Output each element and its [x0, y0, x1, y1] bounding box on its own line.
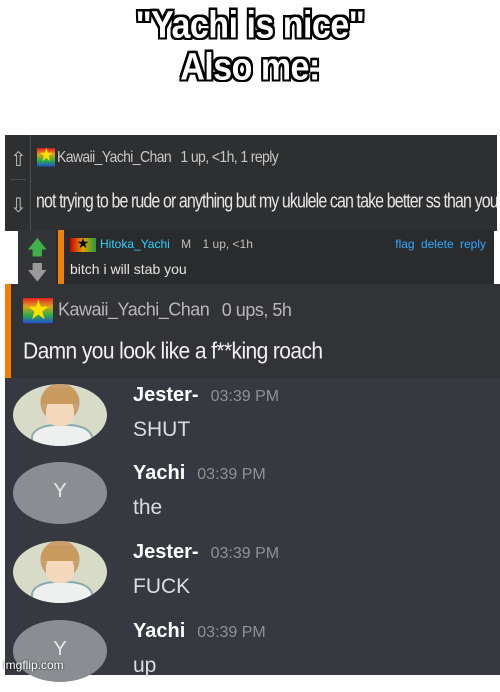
message-text: the: [133, 496, 163, 519]
message-text: SHUT: [133, 418, 191, 441]
message-author[interactable]: Yachi 03:39 PM: [133, 462, 266, 485]
comment-meta: 1 up, <1h: [202, 237, 253, 251]
message-author[interactable]: Yachi 03:39 PM: [133, 620, 266, 643]
comment-username[interactable]: Kawaii_Yachi_Chan: [58, 299, 210, 320]
user-flair-icon: ★: [23, 294, 53, 325]
delete-link[interactable]: delete: [421, 237, 454, 251]
message-timestamp: 03:39 PM: [197, 624, 266, 641]
comment-header: ★ Kawaii_Yachi_Chan 1 up, <1h, 1 reply: [37, 146, 279, 167]
message-timestamp: 03:39 PM: [197, 466, 266, 483]
comment-2: 🡅 🡇 ★ Hitoka_Yachi M 1 up, <1h flag delet…: [18, 230, 494, 284]
watermark: imgflip.com: [3, 658, 64, 672]
avatar[interactable]: Y: [13, 462, 107, 524]
message-timestamp: 03:39 PM: [210, 545, 280, 562]
comment-actions: flag delete reply: [395, 237, 486, 251]
comment-text: bitch i will stab you: [70, 261, 187, 277]
chat-message: Y Yachi 03:39 PM the: [5, 456, 500, 534]
vote-column: ⇧ ⇩: [5, 135, 31, 231]
comment-1: ⇧ ⇩ ★ Kawaii_Yachi_Chan 1 up, <1h, 1 repl…: [5, 135, 500, 231]
avatar[interactable]: Y: [13, 620, 107, 682]
user-flair-icon: ★: [37, 146, 55, 167]
comment-header: ★ Hitoka_Yachi M 1 up, <1h: [70, 235, 253, 252]
meme-caption-area: "Yachi is nice" Also me:: [0, 0, 500, 135]
upvote-arrow-icon[interactable]: ⇧: [10, 141, 27, 180]
user-gender: M: [181, 237, 192, 251]
avatar-letter: Y: [53, 480, 67, 502]
chat-message: Y Yachi 03:39 PM up: [5, 614, 500, 692]
comment-username[interactable]: Kawaii_Yachi_Chan: [57, 147, 172, 165]
message-text: up: [133, 654, 157, 677]
chat-panel: Jester- 03:39 PM SHUT Y Yachi 03:39 PM the…: [5, 378, 500, 682]
comment-accent-bar: [5, 284, 11, 378]
caption-line-2: Also me:: [180, 45, 320, 89]
message-timestamp: 03:39 PM: [210, 388, 280, 405]
chat-message: Jester- 03:39 PM SHUT: [5, 378, 500, 456]
comment-text: Damn you look like a f**king roach: [23, 339, 323, 364]
comment-header: ★ Kawaii_Yachi_Chan 0 ups, 5h: [23, 294, 292, 325]
caption-line-1: "Yachi is nice": [135, 3, 365, 47]
chat-message: Jester- 03:39 PM FUCK: [5, 535, 500, 613]
comment-username[interactable]: Hitoka_Yachi: [100, 237, 170, 251]
reply-link[interactable]: reply: [460, 237, 486, 251]
message-author[interactable]: Jester- 03:39 PM: [133, 384, 279, 407]
comment-meta: 0 ups, 5h: [221, 298, 292, 320]
avatar[interactable]: [13, 384, 107, 446]
comment-accent-bar: [58, 230, 64, 284]
message-text: FUCK: [133, 575, 191, 598]
downvote-arrow-icon[interactable]: ⇩: [10, 187, 27, 225]
comment-text: not trying to be rude or anything but my…: [36, 191, 500, 213]
comment-3: ★ Kawaii_Yachi_Chan 0 ups, 5h Damn you lo…: [5, 284, 500, 378]
user-flair-icon: ★: [70, 235, 96, 252]
message-author[interactable]: Jester- 03:39 PM: [133, 541, 279, 564]
flag-link[interactable]: flag: [395, 237, 414, 251]
vote-column: 🡅 🡇: [18, 230, 56, 284]
comment-meta: 1 up, <1h, 1 reply: [180, 147, 279, 166]
avatar[interactable]: [13, 541, 107, 603]
